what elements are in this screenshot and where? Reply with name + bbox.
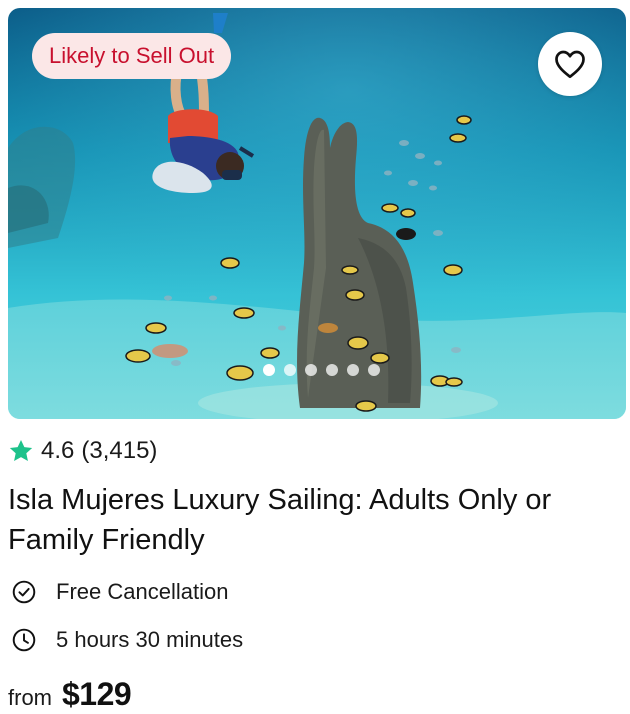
carousel-dot[interactable] [326, 364, 338, 376]
carousel-dot[interactable] [347, 364, 359, 376]
product-card[interactable]: Likely to Sell Out 4.6 (3,415) Isla Muje… [0, 0, 630, 714]
feature-free-cancellation: Free Cancellation [10, 577, 228, 607]
feature-label: Free Cancellation [56, 579, 229, 604]
clock-icon [10, 626, 38, 654]
carousel-dot[interactable] [263, 364, 275, 376]
heart-icon [555, 50, 585, 79]
star-icon [9, 439, 33, 461]
check-circle-icon [10, 578, 38, 606]
save-to-wishlist-button[interactable] [538, 32, 602, 96]
carousel-dot[interactable] [305, 364, 317, 376]
feature-label: 5 hours 30 minutes [56, 627, 244, 652]
rating[interactable]: 4.6 (3,415) [8, 435, 157, 467]
carousel-dot[interactable] [368, 364, 380, 376]
feature-duration: 5 hours 30 minutes [10, 625, 243, 655]
carousel-dot[interactable] [284, 364, 296, 376]
rating-score: 4.6 [41, 437, 75, 464]
price: from $129 [8, 676, 132, 713]
carousel-dots [263, 364, 380, 376]
price-prefix: from [8, 685, 52, 710]
product-title[interactable]: Isla Mujeres Luxury Sailing: Adults Only… [8, 480, 623, 560]
likely-to-sell-out-badge: Likely to Sell Out [32, 33, 232, 79]
review-count: (3,415) [81, 437, 158, 464]
price-amount: $129 [62, 676, 132, 712]
